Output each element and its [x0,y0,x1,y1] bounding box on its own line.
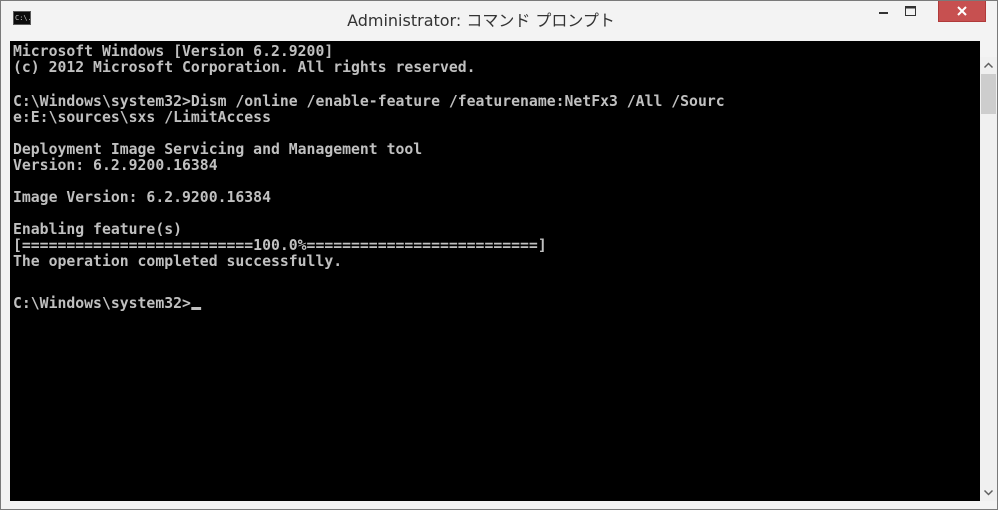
scroll-up-button[interactable] [980,57,997,74]
minimize-icon [879,12,888,14]
scrollbar-thumb[interactable] [981,74,996,114]
console-output[interactable]: Microsoft Windows [Version 6.2.9200] (c)… [10,41,980,501]
console-line: Microsoft Windows [Version 6.2.9200] [13,42,334,60]
console-line: Image Version: 6.2.9200.16384 [13,188,271,206]
scroll-down-button[interactable] [980,484,997,501]
chevron-down-icon [983,489,994,496]
console-line: Version: 6.2.9200.16384 [13,156,218,174]
text-cursor [190,307,201,310]
window-title: Administrator: コマンド プロンプト [347,11,615,30]
console-line: e:E:\sources\sxs /LimitAccess [13,108,271,126]
progress-bar-line: [==========================100.0%=======… [13,236,547,254]
cmd-icon[interactable]: C:\. [13,11,31,25]
console-line: Deployment Image Servicing and Managemen… [13,140,423,158]
console-line: The operation completed successfully. [13,252,343,270]
chevron-up-icon [983,62,994,69]
minimize-button[interactable] [870,1,896,22]
close-button[interactable] [938,1,986,22]
maximize-button[interactable] [896,1,924,22]
maximize-icon [905,6,916,16]
command-prompt-window: C:\. Administrator: コマンド プロンプト Microsoft… [0,0,998,510]
prompt-text: C:\Windows\system32> [13,294,191,312]
close-icon [957,6,967,16]
console-line: Enabling feature(s) [13,220,183,238]
console-line: (c) 2012 Microsoft Corporation. All righ… [13,58,476,76]
title-bar[interactable]: C:\. Administrator: コマンド プロンプト [1,1,997,41]
prompt-line[interactable]: C:\Windows\system32> [13,295,201,311]
vertical-scrollbar[interactable] [980,57,997,501]
console-line: C:\Windows\system32>Dism /online /enable… [13,92,725,110]
